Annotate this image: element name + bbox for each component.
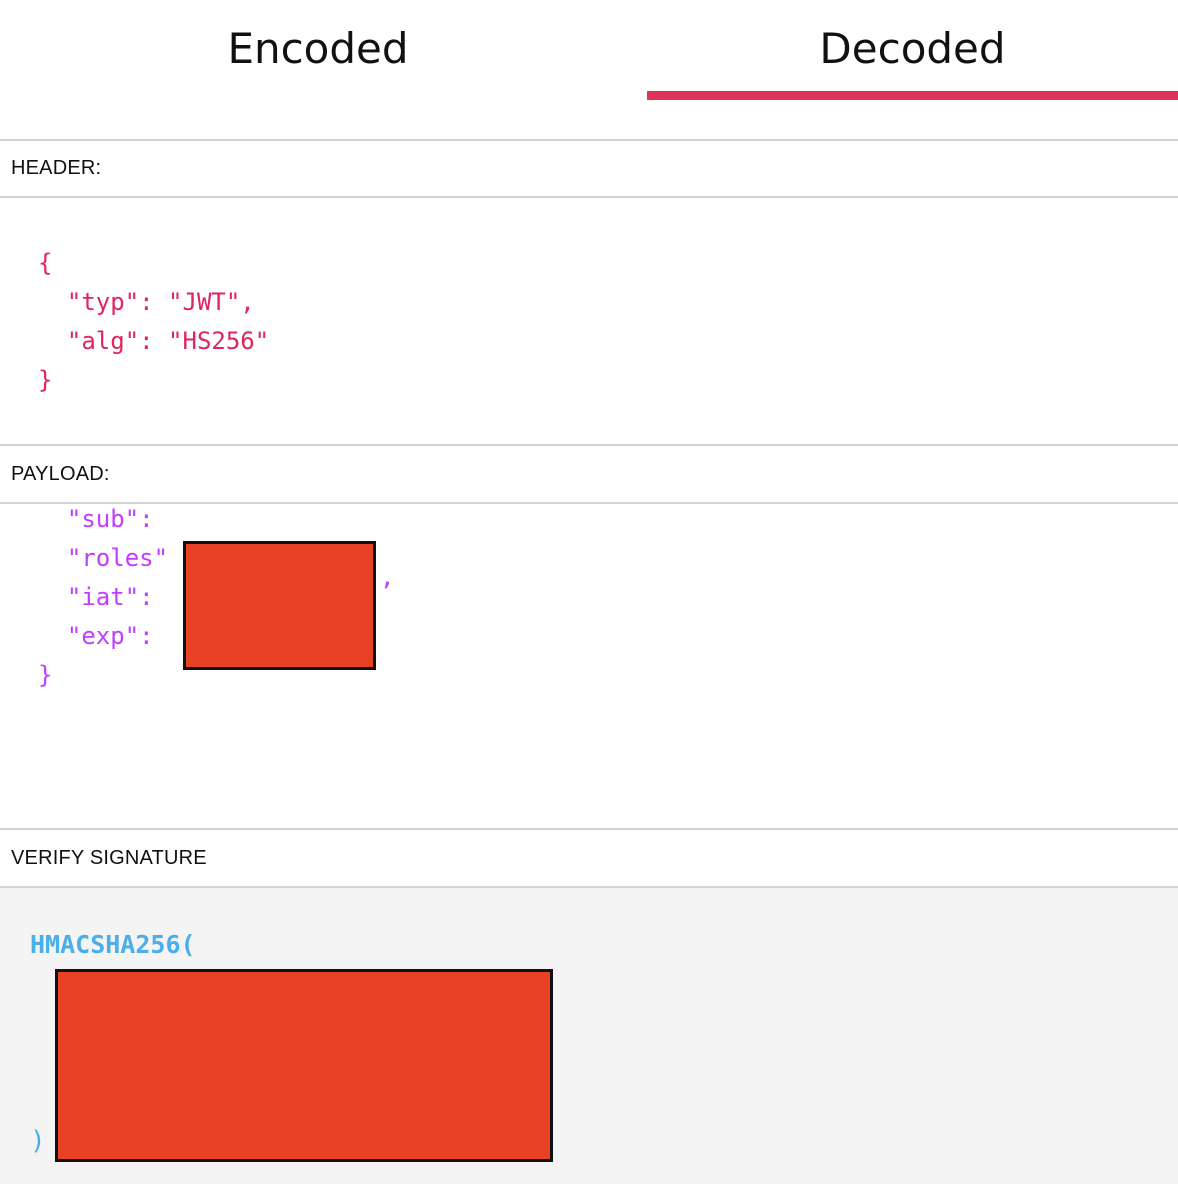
header-section-title: HEADER: [11,157,102,179]
tab-encoded[interactable]: Encoded [0,0,636,100]
code-line: "roles" [38,544,169,572]
divider [0,196,1178,198]
code-line: } [38,366,53,394]
redaction-box [183,541,376,670]
code-line: "sub": [38,505,169,533]
active-tab-indicator [647,91,1178,100]
divider [0,139,1178,141]
tab-decoded[interactable]: Decoded [647,0,1178,100]
divider [0,828,1178,830]
hmac-function-label: HMACSHA256( [30,930,196,959]
code-line: { [38,249,53,277]
roles-trailing-comma: , [380,563,395,591]
code-line: "exp": [38,622,169,650]
redaction-box [55,969,553,1162]
code-line: } [38,661,53,689]
payload-section-title: PAYLOAD: [11,463,110,485]
header-json[interactable]: { "typ": "JWT", "alg": "HS256"} [38,244,269,400]
code-line: "iat": [38,583,169,611]
code-line: "alg": "HS256" [38,327,270,355]
payload-json: "sub": "roles" "iat": "exp": } [38,504,168,695]
verify-section-title: VERIFY SIGNATURE [11,847,207,869]
code-line: "typ": "JWT", [38,288,255,316]
divider [0,444,1178,446]
hmac-close-paren: ) [30,1126,46,1156]
payload-editor[interactable]: "sub": "roles" "iat": "exp": } , [0,504,1178,829]
